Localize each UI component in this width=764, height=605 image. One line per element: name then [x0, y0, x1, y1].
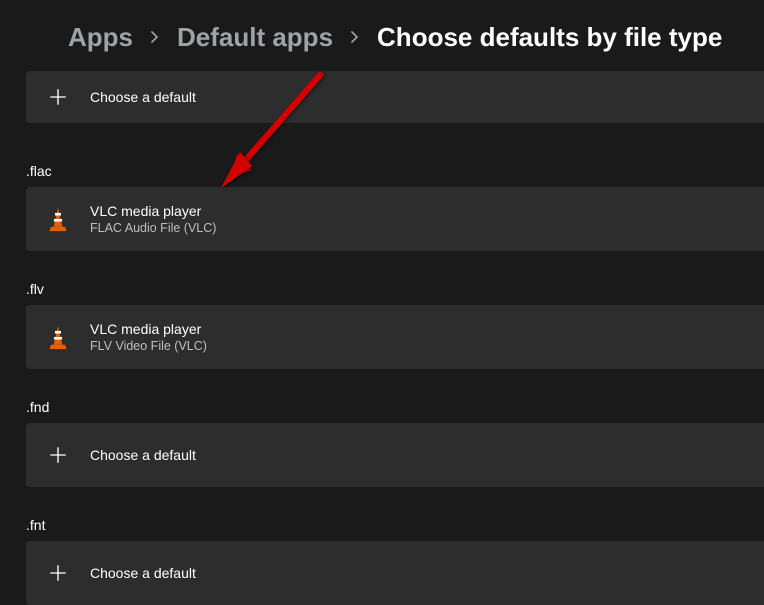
vlc-icon	[44, 205, 72, 233]
plus-icon	[44, 441, 72, 469]
plus-icon	[44, 559, 72, 587]
choose-default-card[interactable]: Choose a default	[26, 71, 764, 123]
filetype-group-fnd: .fnd Choose a default	[26, 399, 764, 487]
card-title: Choose a default	[90, 447, 196, 463]
plus-icon	[44, 83, 72, 111]
filetype-group-fnt: .fnt Choose a default	[26, 517, 764, 605]
chevron-right-icon	[149, 27, 161, 48]
card-subtitle: FLAC Audio File (VLC)	[90, 221, 216, 235]
breadcrumb: Apps Default apps Choose defaults by fil…	[0, 0, 764, 73]
app-card-flv[interactable]: VLC media player FLV Video File (VLC)	[26, 305, 764, 369]
choose-default-card-fnd[interactable]: Choose a default	[26, 423, 764, 487]
card-text: Choose a default	[90, 447, 196, 463]
breadcrumb-current: Choose defaults by file type	[377, 22, 722, 53]
card-title: VLC media player	[90, 321, 207, 337]
card-text: VLC media player FLAC Audio File (VLC)	[90, 203, 216, 235]
ext-label: .fnt	[26, 517, 764, 541]
breadcrumb-default-apps[interactable]: Default apps	[177, 22, 333, 53]
card-text: Choose a default	[90, 89, 196, 105]
card-text: VLC media player FLV Video File (VLC)	[90, 321, 207, 353]
ext-label: .flv	[26, 281, 764, 305]
breadcrumb-apps[interactable]: Apps	[68, 22, 133, 53]
card-text: Choose a default	[90, 565, 196, 581]
chevron-right-icon	[349, 27, 361, 48]
card-subtitle: FLV Video File (VLC)	[90, 339, 207, 353]
ext-label: .flac	[26, 163, 764, 187]
card-title: VLC media player	[90, 203, 216, 219]
choose-default-card-fnt[interactable]: Choose a default	[26, 541, 764, 605]
filetype-group: Choose a default	[26, 71, 764, 123]
app-card-flac[interactable]: VLC media player FLAC Audio File (VLC)	[26, 187, 764, 251]
card-title: Choose a default	[90, 565, 196, 581]
filetype-group-flac: .flac VLC media player FLAC Audio File (…	[26, 163, 764, 251]
card-title: Choose a default	[90, 89, 196, 105]
filetype-group-flv: .flv VLC media player FLV Video File (VL…	[26, 281, 764, 369]
vlc-icon	[44, 323, 72, 351]
ext-label: .fnd	[26, 399, 764, 423]
